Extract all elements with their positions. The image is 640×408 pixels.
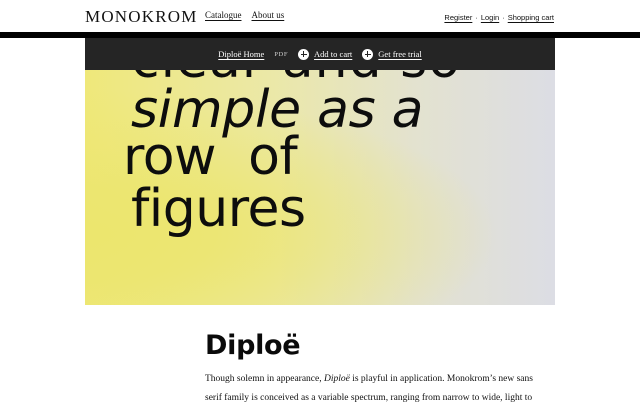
main-nav: Catalogue About us bbox=[205, 10, 284, 21]
site-logo[interactable]: MONOKROM bbox=[85, 8, 198, 26]
nav-link-catalogue[interactable]: Catalogue bbox=[205, 10, 242, 21]
add-to-cart-button[interactable]: Add to cart bbox=[298, 48, 352, 60]
add-to-cart-label[interactable]: Add to cart bbox=[314, 49, 352, 59]
intro-typeface-name: Diploë bbox=[323, 374, 350, 384]
typeface-toolbar: Diploë Home PDF Add to cart Get free tri… bbox=[85, 38, 555, 70]
typeface-description: Diploë Though solemn in appearance, Dipl… bbox=[205, 330, 550, 408]
user-nav: Register · Login · Shopping cart bbox=[444, 12, 554, 23]
nav-separator: · bbox=[475, 13, 478, 22]
free-trial-button[interactable]: Get free trial bbox=[362, 48, 422, 60]
site-header: MONOKROM Catalogue About us Register · L… bbox=[0, 0, 640, 32]
nav-separator: · bbox=[502, 13, 505, 22]
plus-circle-icon bbox=[362, 48, 374, 60]
register-link[interactable]: Register bbox=[444, 12, 472, 23]
typeface-home-link[interactable]: Diploë Home bbox=[218, 49, 264, 59]
typeface-title: Diploë bbox=[205, 330, 301, 361]
login-link[interactable]: Login bbox=[481, 12, 499, 23]
specimen-line: row of bbox=[123, 127, 298, 187]
nav-link-about-us[interactable]: About us bbox=[252, 10, 285, 21]
shopping-cart-link[interactable]: Shopping cart bbox=[508, 12, 554, 23]
pdf-link[interactable]: PDF bbox=[274, 51, 288, 58]
specimen-line: figures bbox=[131, 179, 306, 239]
type-specimen-hero: clear and so simple as a row of figures bbox=[85, 70, 555, 305]
plus-circle-icon bbox=[298, 48, 310, 60]
intro-paragraph: Though solemn in appearance, Diploë is p… bbox=[205, 370, 550, 408]
intro-text: Though solemn in appearance, bbox=[205, 374, 324, 384]
free-trial-label[interactable]: Get free trial bbox=[378, 49, 421, 59]
